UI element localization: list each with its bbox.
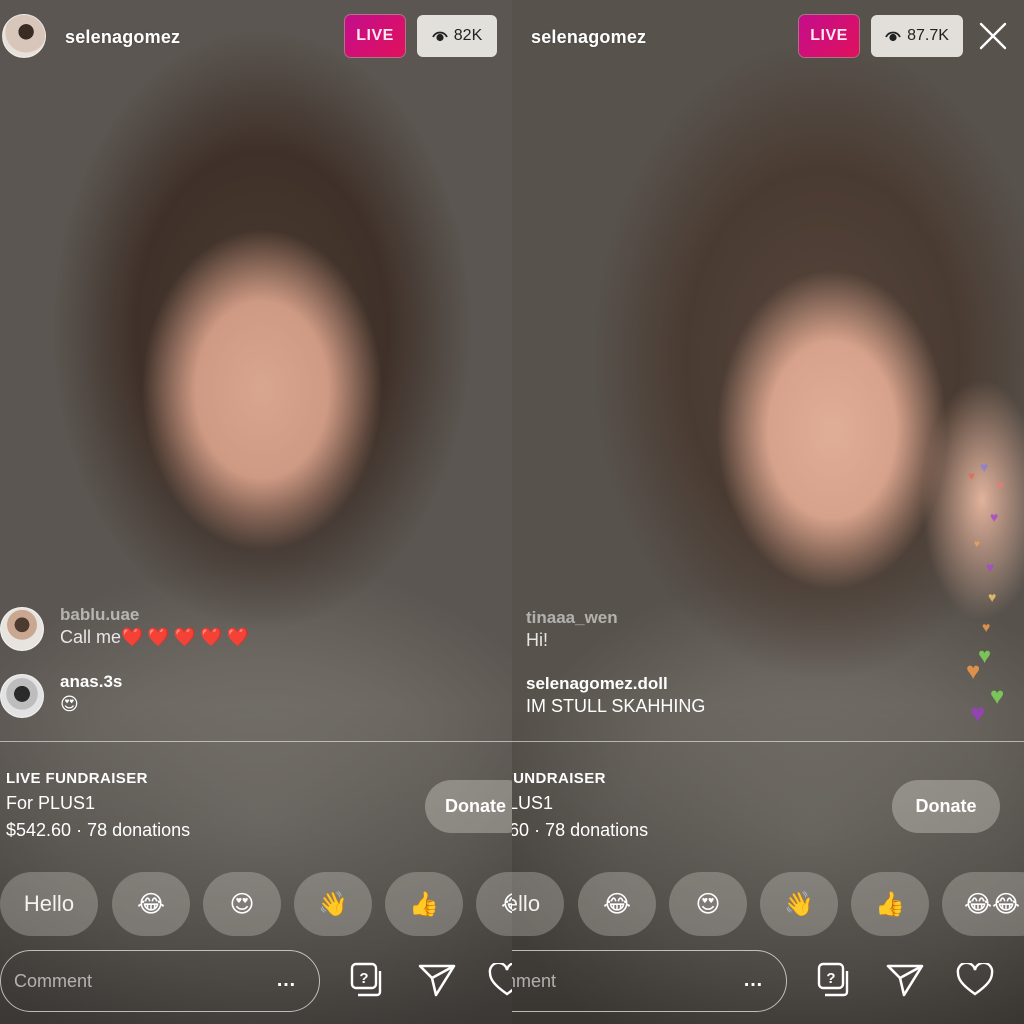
- fundraiser-beneficiary: For PLUS1: [6, 793, 96, 813]
- viewer-count: 87.7K: [907, 27, 949, 44]
- host-avatar[interactable]: [2, 14, 46, 58]
- send-icon: [418, 964, 456, 997]
- live-stream-panel-left: selenagomez LIVE 82K bablu.uae Call me❤️…: [0, 0, 512, 1024]
- question-sticker-icon: ?: [817, 962, 849, 997]
- floating-heart-icon: ♥: [986, 559, 995, 575]
- svg-text:?: ?: [359, 970, 368, 987]
- floating-heart-icon: ♥: [974, 539, 980, 550]
- divider: [0, 741, 512, 742]
- question-sticker-button[interactable]: ?: [345, 958, 389, 1002]
- top-bar: selenagomez LIVE 82K: [0, 14, 512, 60]
- quick-reaction-heart-eyes[interactable]: 😍: [669, 872, 747, 936]
- heart-eyes-emoji: 😍: [60, 694, 79, 714]
- comment-text-row: Call me❤️❤️❤️❤️❤️: [60, 627, 253, 648]
- fundraiser-title: LIVE FUNDRAISER: [6, 770, 148, 787]
- fundraiser-beneficiary: For PLUS1: [512, 793, 554, 813]
- more-options-icon[interactable]: …: [276, 970, 297, 990]
- comment-input-field[interactable]: …: [0, 950, 320, 1012]
- commenter-avatar[interactable]: [0, 607, 44, 651]
- comment-username[interactable]: tinaaa_wen: [526, 608, 618, 628]
- viewer-count-badge[interactable]: 82K: [417, 15, 497, 57]
- quick-reaction-heart-eyes[interactable]: 😍: [203, 872, 281, 936]
- close-icon: [979, 22, 1007, 50]
- comment-text: Call me: [60, 627, 122, 647]
- eye-icon: [431, 31, 448, 42]
- red-heart-emoji: ❤️❤️❤️❤️❤️: [121, 627, 254, 647]
- like-button[interactable]: [953, 958, 997, 1002]
- comment-item[interactable]: selenagomez.doll IM STULL SKAHHING: [526, 674, 705, 717]
- floating-heart-icon: ♥: [982, 619, 991, 635]
- quick-reaction-wave[interactable]: 👋: [294, 872, 372, 936]
- floating-heart-icon: ♥: [990, 683, 1005, 710]
- fundraiser-title: LIVE FUNDRAISER: [512, 770, 606, 787]
- floating-heart-icon: ♥: [980, 459, 989, 475]
- quick-reaction-laughing[interactable]: 😂: [578, 872, 656, 936]
- comment-username[interactable]: selenagomez.doll: [526, 674, 705, 694]
- heart-icon: [956, 963, 994, 996]
- quick-reply-hello[interactable]: Hello: [0, 872, 98, 936]
- more-options-icon[interactable]: …: [743, 970, 764, 990]
- close-button[interactable]: [977, 20, 1009, 52]
- top-bar: selenagomez LIVE 87.7K: [512, 14, 1024, 60]
- comment-input-field[interactable]: …: [512, 950, 787, 1012]
- viewer-count-badge[interactable]: 87.7K: [871, 15, 963, 57]
- floating-heart-icon: ♥: [996, 477, 1005, 493]
- instagram-live-comparison: selenagomez LIVE 82K bablu.uae Call me❤️…: [0, 0, 1024, 1024]
- share-button[interactable]: [883, 958, 927, 1002]
- floating-heart-icon: ♥: [968, 469, 976, 483]
- live-badge: LIVE: [345, 15, 405, 57]
- comment-text: Hi!: [526, 630, 548, 650]
- comment-text: IM STULL SKAHHING: [526, 696, 706, 716]
- fundraiser-total: $542.60 · 78 donations: [6, 820, 191, 840]
- floating-heart-icon: ♥: [966, 658, 981, 685]
- fundraiser-info: LIVE FUNDRAISER For PLUS1 $542.60 · 78 d…: [512, 770, 648, 841]
- donate-button[interactable]: Donate: [892, 780, 1000, 833]
- fundraiser-total: $542.60 · 78 donations: [512, 820, 649, 840]
- quick-reaction-wave[interactable]: 👋: [760, 872, 838, 936]
- divider: [512, 741, 1024, 742]
- live-badge: LIVE: [799, 15, 859, 57]
- host-username[interactable]: selenagomez: [65, 27, 180, 48]
- like-button[interactable]: [485, 958, 512, 1002]
- floating-heart-icon: ♥: [990, 509, 999, 525]
- donate-button[interactable]: Donate: [425, 780, 512, 833]
- comment-input[interactable]: [512, 970, 698, 992]
- svg-text:?: ?: [826, 970, 835, 987]
- quick-reaction-thumbs-up[interactable]: 👍: [385, 872, 463, 936]
- viewer-count: 82K: [453, 27, 483, 44]
- fundraiser-info: LIVE FUNDRAISER For PLUS1 $542.60 · 78 d…: [6, 770, 190, 841]
- commenter-avatar[interactable]: [0, 674, 44, 718]
- share-button[interactable]: [415, 958, 459, 1002]
- heart-icon: [488, 963, 512, 996]
- comment-input[interactable]: [14, 970, 234, 992]
- quick-reaction-double-laughing[interactable]: 😂😂: [942, 872, 1024, 936]
- host-username[interactable]: selenagomez: [531, 27, 646, 48]
- floating-heart-icon: ♥: [988, 589, 997, 605]
- floating-hearts: ♥ ♥ ♥ ♥ ♥ ♥ ♥ ♥ ♥ ♥ ♥ ♥: [960, 459, 1024, 726]
- question-sticker-button[interactable]: ?: [812, 958, 856, 1002]
- quick-reaction-thumbs-up[interactable]: 👍: [851, 872, 929, 936]
- comment-username[interactable]: bablu.uae: [60, 605, 253, 625]
- comment-item[interactable]: tinaaa_wen Hi!: [526, 608, 618, 651]
- eye-icon: [885, 31, 901, 42]
- comment-username[interactable]: anas.3s: [60, 672, 122, 692]
- quick-reaction-laughing[interactable]: 😂: [112, 872, 190, 936]
- send-icon: [886, 964, 924, 997]
- floating-heart-icon: ♥: [970, 698, 986, 728]
- live-stream-panel-right: selenagomez LIVE 87.7K tinaaa_wen Hi! se…: [512, 0, 1024, 1024]
- question-sticker-icon: ?: [350, 962, 382, 997]
